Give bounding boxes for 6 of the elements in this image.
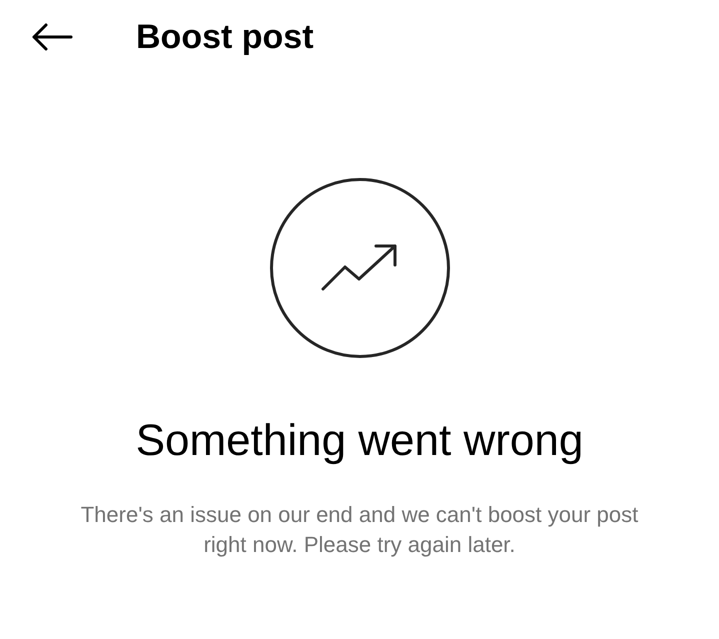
back-button[interactable] xyxy=(30,22,74,52)
error-message: There's an issue on our end and we can't boost your post right now. Please try again later. xyxy=(80,501,640,559)
trend-circle-icon xyxy=(270,178,450,358)
back-arrow-icon xyxy=(31,23,73,51)
error-heading: Something went wrong xyxy=(136,416,584,466)
page-title: Boost post xyxy=(136,18,314,56)
